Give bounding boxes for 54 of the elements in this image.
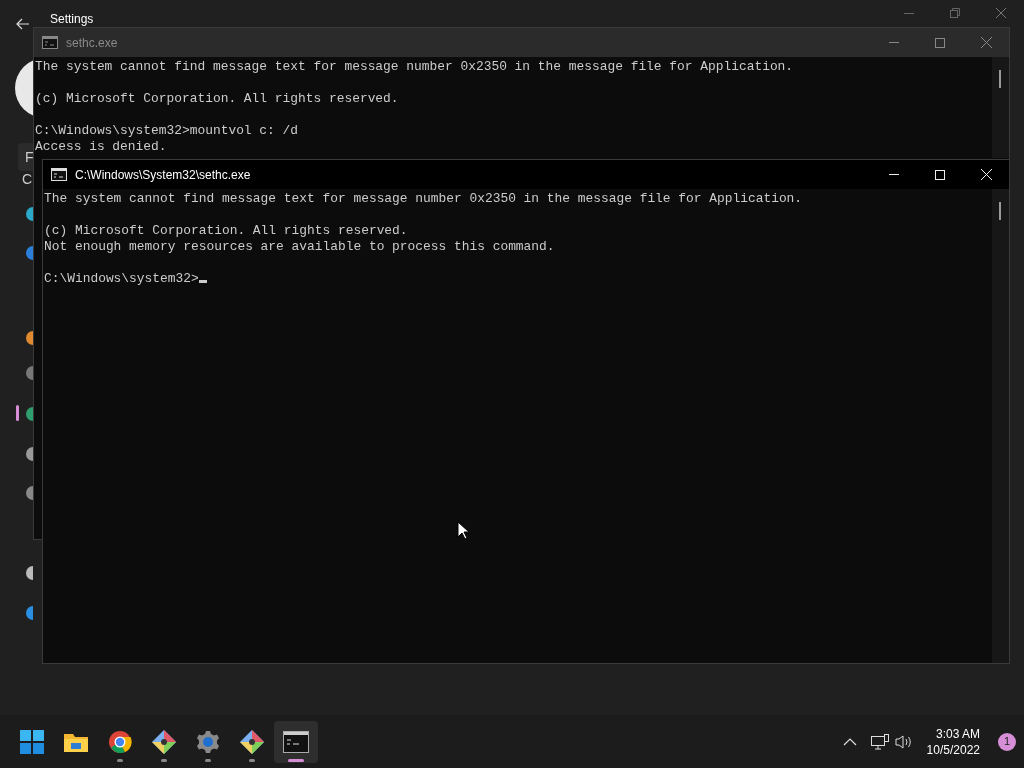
settings-icon bbox=[196, 729, 220, 754]
console-text: Access is denied. bbox=[35, 139, 167, 154]
sidebar-icon[interactable] bbox=[25, 245, 33, 261]
sidebar-icon[interactable] bbox=[25, 605, 33, 621]
window-title: C:\Windows\System32\sethc.exe bbox=[75, 166, 252, 184]
sidebar-icon[interactable] bbox=[25, 365, 33, 381]
diamond-icon bbox=[151, 728, 177, 755]
scrollbar[interactable] bbox=[992, 189, 1009, 663]
volume-icon[interactable] bbox=[894, 733, 913, 750]
clock[interactable]: 3:03 AM 10/5/2022 bbox=[926, 725, 980, 758]
selection-indicator bbox=[16, 405, 19, 421]
search-field[interactable]: F bbox=[18, 143, 33, 171]
chevron-up-icon[interactable] bbox=[842, 737, 857, 746]
minimize-icon bbox=[889, 42, 899, 43]
label: C bbox=[22, 170, 33, 188]
diamond-icon bbox=[239, 728, 265, 755]
browser-icon bbox=[108, 729, 132, 754]
sidebar-icon[interactable] bbox=[25, 565, 33, 581]
window-title: Settings bbox=[50, 11, 94, 27]
sidebar-icon[interactable] bbox=[25, 485, 33, 501]
console-text: C:\Windows\system32> bbox=[44, 271, 199, 286]
console-text: C:\Windows\system32>mountvol c: /d bbox=[35, 123, 298, 138]
date-text: 10/5/2022 bbox=[926, 741, 980, 758]
console-text: (c) Microsoft Corporation. All rights reserved. bbox=[35, 91, 399, 106]
scrollbar[interactable] bbox=[992, 57, 1009, 158]
sidebar-icon[interactable] bbox=[25, 446, 33, 462]
time-text: 3:03 AM bbox=[934, 725, 980, 742]
close-icon bbox=[980, 37, 992, 48]
console-text: (c) Microsoft Corporation. All rights reserved. bbox=[44, 223, 408, 238]
scroll-thumb[interactable] bbox=[999, 202, 1001, 220]
terminal-icon bbox=[42, 36, 58, 49]
restore-icon bbox=[950, 8, 960, 18]
console-text: Not enough memory resources are available to process this command. bbox=[44, 239, 555, 254]
console-text: The system cannot find message text for message number 0x2350 in the message file for Application. bbox=[44, 191, 803, 206]
sidebar-icon[interactable] bbox=[25, 406, 33, 422]
network-icon[interactable] bbox=[870, 733, 889, 750]
console-text: The system cannot find message text for message number 0x2350 in the message file for Application. bbox=[35, 59, 794, 74]
back-icon[interactable] bbox=[16, 17, 30, 31]
window-title: sethc.exe bbox=[66, 34, 119, 52]
terminal-icon bbox=[283, 730, 309, 753]
close-icon bbox=[996, 8, 1006, 18]
notification-badge[interactable]: 1 bbox=[998, 732, 1016, 751]
maximize-icon bbox=[935, 169, 945, 180]
sidebar-icon[interactable] bbox=[25, 330, 33, 346]
close-icon bbox=[980, 169, 992, 180]
start-icon bbox=[20, 729, 44, 754]
scroll-thumb[interactable] bbox=[999, 70, 1001, 88]
terminal-icon bbox=[51, 168, 67, 181]
minimize-icon bbox=[889, 174, 899, 175]
maximize-icon bbox=[935, 37, 945, 48]
sidebar-icon[interactable] bbox=[25, 206, 33, 222]
minimize-icon bbox=[904, 12, 914, 14]
mouse-pointer-icon bbox=[457, 521, 469, 540]
taskbar-button[interactable] bbox=[274, 720, 318, 763]
